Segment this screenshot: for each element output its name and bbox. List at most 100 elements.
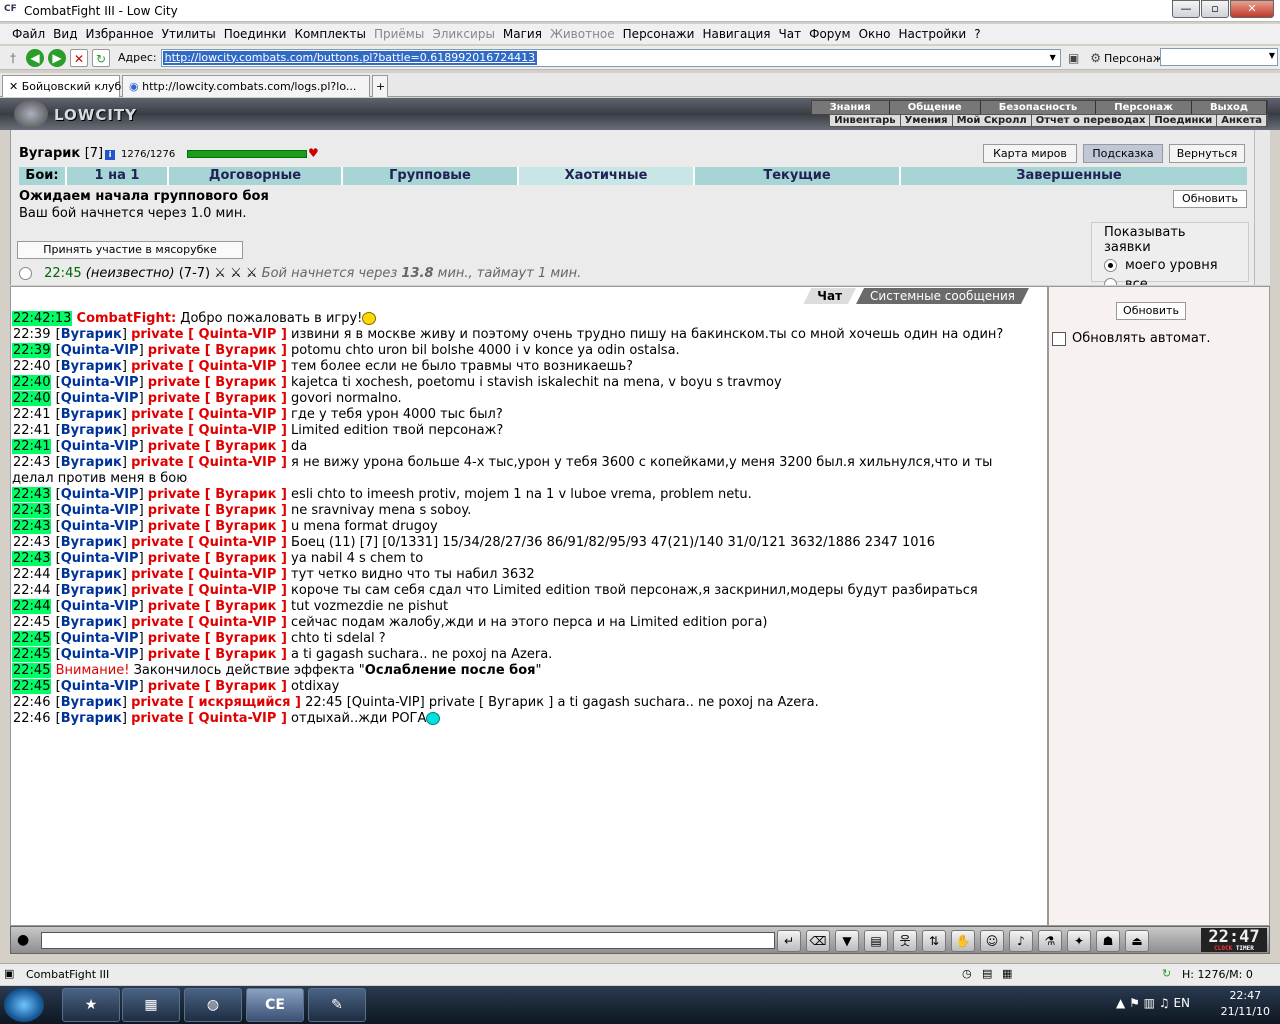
- pin-icon[interactable]: †: [4, 49, 22, 67]
- sender-name[interactable]: Quinta-VIP: [61, 551, 139, 566]
- recipient-name[interactable]: Вугарик: [215, 343, 276, 358]
- sender-name[interactable]: Вугарик: [61, 695, 122, 710]
- private-tag[interactable]: private [ Quinta-VIP ]: [131, 567, 287, 582]
- top-link[interactable]: Безопасность: [981, 101, 1097, 114]
- top-link[interactable]: Персонаж: [1096, 101, 1192, 114]
- radio-selected[interactable]: [1104, 259, 1117, 272]
- application-radio[interactable]: [19, 267, 32, 280]
- recipient-name[interactable]: Quinta-VIP: [199, 327, 277, 342]
- private-tag[interactable]: private [ Вугарик ]: [148, 391, 287, 406]
- sender-name[interactable]: Вугарик: [61, 407, 122, 422]
- taskbar-explorer-icon[interactable]: ▦: [122, 988, 180, 1022]
- tab-finished[interactable]: Завершенные: [901, 167, 1237, 185]
- recipient-name[interactable]: Quinta-VIP: [199, 711, 277, 726]
- clock-icon[interactable]: ◷: [962, 967, 972, 980]
- recipient-name[interactable]: Вугарик: [215, 679, 276, 694]
- sub-link[interactable]: Инвентарь: [830, 115, 901, 126]
- sub-link[interactable]: Анкета: [1217, 115, 1267, 126]
- sender-name[interactable]: Quinta-VIP: [61, 503, 139, 518]
- private-tag[interactable]: private [ Вугарик ]: [148, 503, 287, 518]
- menu-item[interactable]: Чат: [779, 27, 802, 41]
- message-time[interactable]: 22:41: [12, 407, 51, 422]
- message-time[interactable]: 22:45: [12, 663, 52, 678]
- message-time[interactable]: 22:41: [12, 423, 51, 438]
- recipient-name[interactable]: Quinta-VIP: [199, 407, 277, 422]
- message-time[interactable]: 22:43: [12, 519, 52, 534]
- speaker-icon[interactable]: ●: [17, 932, 29, 948]
- recipient-name[interactable]: Quinta-VIP: [199, 535, 277, 550]
- menu-item[interactable]: Поединки: [224, 27, 287, 41]
- message-time[interactable]: 22:46: [12, 711, 51, 726]
- message-time[interactable]: 22:42:13: [12, 311, 73, 326]
- menu-item[interactable]: Животное: [550, 27, 615, 41]
- back-button[interactable]: Вернуться: [1169, 144, 1245, 163]
- player-name[interactable]: Вугарик [7] i: [19, 146, 116, 161]
- message-time[interactable]: 22:43: [12, 487, 52, 502]
- new-tab-button[interactable]: +: [372, 75, 388, 97]
- online-refresh-button[interactable]: Обновить: [1116, 302, 1186, 320]
- sender-name[interactable]: Quinta-VIP: [61, 439, 139, 454]
- message-time[interactable]: 22:43: [12, 503, 52, 518]
- tab-system-messages[interactable]: Системные сообщения: [856, 288, 1029, 304]
- sender-name[interactable]: Вугарик: [61, 711, 122, 726]
- trade-icon[interactable]: ⇅: [922, 930, 946, 952]
- send-icon[interactable]: ↵: [777, 930, 801, 952]
- taskbar-star-icon[interactable]: ★: [62, 988, 120, 1022]
- sender-name[interactable]: Вугарик: [61, 583, 122, 598]
- recipient-name[interactable]: Вугарик: [215, 647, 276, 662]
- private-tag[interactable]: private [ Quinta-VIP ]: [131, 615, 287, 630]
- sender-name[interactable]: Вугарик: [61, 615, 122, 630]
- menu-item[interactable]: Окно: [859, 27, 891, 41]
- smiley-icon[interactable]: ☺: [980, 930, 1004, 952]
- message-time[interactable]: 22:43: [12, 535, 51, 550]
- world-map-button[interactable]: Карта миров: [983, 144, 1077, 163]
- recipient-name[interactable]: Quinta-VIP: [199, 455, 277, 470]
- message-time[interactable]: 22:43: [12, 551, 52, 566]
- tray-clock[interactable]: 22:47 21/11/10: [1221, 988, 1270, 1020]
- private-tag[interactable]: private [ Вугарик ]: [148, 439, 287, 454]
- sender-name[interactable]: Вугарик: [61, 455, 122, 470]
- menu-item[interactable]: Файл: [12, 27, 45, 41]
- battle-scrollbar[interactable]: [1254, 130, 1270, 285]
- menu-item[interactable]: Эликсиры: [432, 27, 495, 41]
- tab-chat[interactable]: Чат: [803, 288, 856, 304]
- info-icon[interactable]: i: [105, 150, 116, 160]
- hint-button[interactable]: Подсказка: [1083, 144, 1163, 163]
- private-tag[interactable]: private [ Quinta-VIP ]: [131, 711, 287, 726]
- address-input[interactable]: http://lowcity.combats.com/buttons.pl?ba…: [160, 48, 1061, 67]
- menu-item[interactable]: Навигация: [702, 27, 770, 41]
- bottle-icon[interactable]: ⚗: [1038, 930, 1062, 952]
- private-tag[interactable]: private [ Quinta-VIP ]: [131, 535, 287, 550]
- eraser-icon[interactable]: ⌫: [806, 930, 830, 952]
- taskbar-paint-icon[interactable]: ✎: [308, 988, 366, 1022]
- sender-name[interactable]: Quinta-VIP: [61, 631, 139, 646]
- recipient-name[interactable]: Вугарик: [215, 487, 276, 502]
- refresh-icon[interactable]: ↻: [92, 48, 110, 67]
- private-tag[interactable]: private [ Вугарик ]: [148, 343, 287, 358]
- back-icon[interactable]: ◀: [26, 48, 44, 67]
- private-tag[interactable]: private [ Quinta-VIP ]: [131, 455, 287, 470]
- menu-item[interactable]: ?: [974, 27, 980, 41]
- message-time[interactable]: 22:44: [12, 567, 51, 582]
- auto-refresh-checkbox[interactable]: Обновлять автомат.: [1052, 331, 1211, 346]
- message-time[interactable]: 22:44: [12, 583, 51, 598]
- sender-name[interactable]: Quinta-VIP: [61, 375, 139, 390]
- private-tag[interactable]: private [ Вугарик ]: [148, 487, 287, 502]
- menu-item[interactable]: Комплекты: [294, 27, 366, 41]
- menu-item[interactable]: Настройки: [898, 27, 966, 41]
- sender-name[interactable]: Quinta-VIP: [61, 519, 139, 534]
- sub-link[interactable]: Мой Скролл: [953, 115, 1032, 126]
- message-time[interactable]: 22:43: [12, 455, 51, 470]
- private-tag[interactable]: private [ Quinta-VIP ]: [131, 583, 287, 598]
- private-tag[interactable]: private [ Вугарик ]: [148, 599, 287, 614]
- message-time[interactable]: 22:46: [12, 695, 51, 710]
- message-time[interactable]: 22:45: [12, 631, 52, 646]
- sender-name[interactable]: Вугарик: [61, 423, 122, 438]
- req-option-all[interactable]: все: [1104, 277, 1236, 285]
- message-time[interactable]: 22:39: [12, 343, 52, 358]
- message-time[interactable]: 22:45: [12, 679, 52, 694]
- minimize-button[interactable]: —: [1172, 0, 1200, 18]
- message-time[interactable]: 22:40: [12, 375, 52, 390]
- message-time[interactable]: 22:41: [12, 439, 52, 454]
- picture-icon[interactable]: ▦: [1002, 967, 1012, 980]
